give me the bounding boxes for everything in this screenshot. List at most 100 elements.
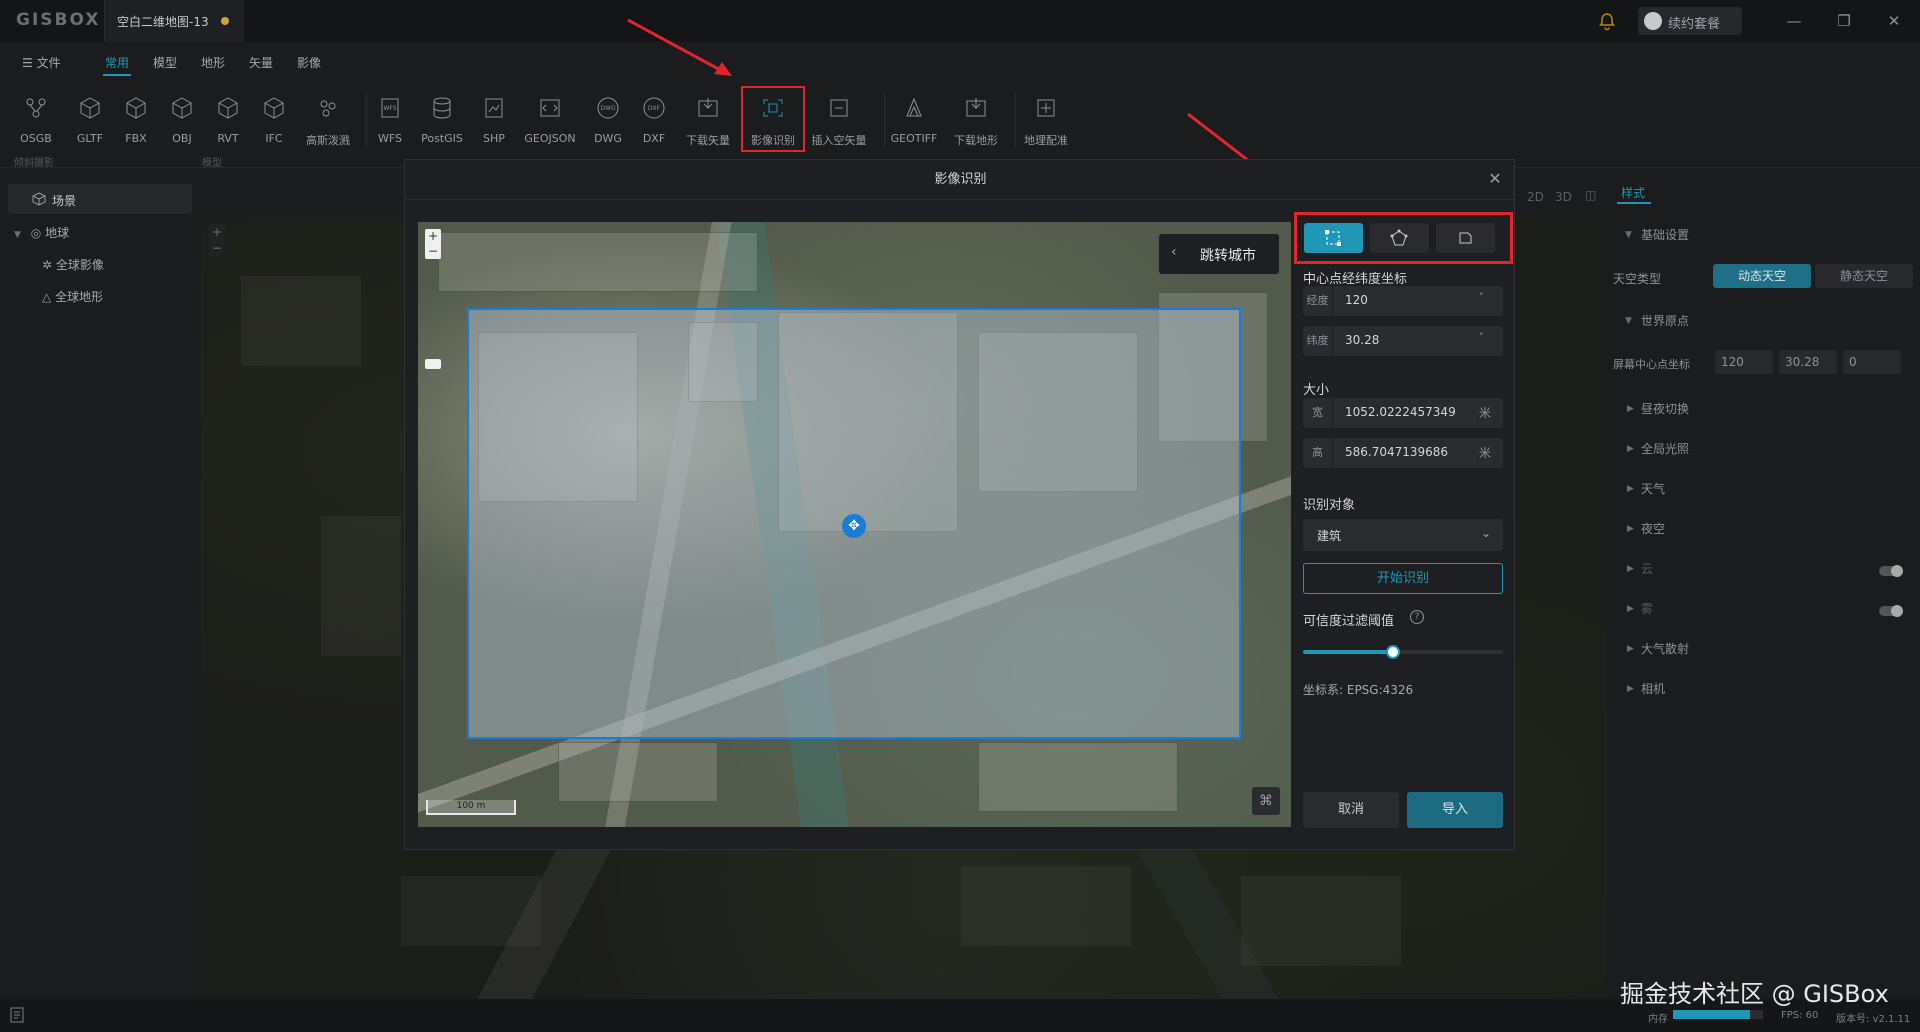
active-tab-indicator xyxy=(103,74,131,76)
latitude-field[interactable]: 纬度 30.28 ° xyxy=(1303,326,1503,356)
menu-tab-imagery[interactable]: 影像 xyxy=(297,54,321,71)
section-night-sky[interactable]: 夜空 xyxy=(1641,520,1665,537)
minimize-button[interactable]: — xyxy=(1782,9,1806,33)
close-window-button[interactable]: ✕ xyxy=(1882,9,1906,33)
tree-item-earth[interactable]: ▼ ◎ 地球 xyxy=(14,224,69,241)
file-menu[interactable]: ☰ 文件 xyxy=(22,54,61,71)
width-unit: 米 xyxy=(1479,406,1492,420)
polygon-icon xyxy=(1390,229,1408,246)
help-icon[interactable]: ? xyxy=(1410,610,1424,624)
rectangle-select-icon xyxy=(1325,230,1341,246)
target-select[interactable]: 建筑 ⌄ xyxy=(1303,519,1503,551)
scene-label: 场景 xyxy=(52,194,77,208)
recognition-map[interactable]: + − ✥ ‹ 跳转城市 100 m ⌘ xyxy=(418,222,1291,827)
section-world-origin[interactable]: 世界原点 xyxy=(1641,312,1689,329)
sky-dynamic-button[interactable]: 动态天空 xyxy=(1713,264,1811,288)
terrain-icon: △ xyxy=(42,290,52,304)
ribbon-geojson-button[interactable]: GEOJSON xyxy=(522,92,578,154)
ribbon-download-vector-button[interactable]: 下载矢量 xyxy=(680,92,736,154)
section-cloud[interactable]: 云 xyxy=(1641,560,1653,577)
confidence-slider[interactable] xyxy=(1303,645,1503,659)
jump-city-button[interactable]: ‹ 跳转城市 xyxy=(1159,234,1279,274)
scale-bar: 100 m xyxy=(426,800,516,815)
bell-icon[interactable] xyxy=(1597,11,1617,31)
log-icon[interactable] xyxy=(10,1007,24,1023)
view-3d-button[interactable]: 3D xyxy=(1555,190,1572,204)
close-icon[interactable]: ✕ xyxy=(1485,169,1505,189)
ribbon-shp-button[interactable]: SHP xyxy=(466,92,522,154)
cube-icon xyxy=(126,97,146,119)
cloud-toggle[interactable] xyxy=(1879,565,1903,577)
dxf-icon: DXF xyxy=(643,97,665,119)
ribbon-georeference-button[interactable]: 地理配准 xyxy=(1018,92,1074,154)
unsaved-indicator xyxy=(221,17,229,25)
width-field[interactable]: 宽 1052.0222457349 米 xyxy=(1303,398,1503,428)
confidence-slider-handle[interactable] xyxy=(1386,645,1400,659)
tree-item-global-terrain[interactable]: △ 全球地形 xyxy=(42,288,103,305)
view-2d-button[interactable]: 2D xyxy=(1527,190,1544,204)
menu-tab-model[interactable]: 模型 xyxy=(153,54,177,71)
chevron-right-icon: ▶ xyxy=(1627,524,1634,534)
start-recognition-button[interactable]: 开始识别 xyxy=(1303,563,1503,594)
menu-tab-common[interactable]: 常用 xyxy=(105,54,129,71)
renew-plan-label: 续约套餐 xyxy=(1668,17,1721,32)
ribbon-download-terrain-label: 下载地形 xyxy=(954,134,998,147)
section-weather[interactable]: 天气 xyxy=(1641,480,1665,497)
renew-plan-button[interactable]: 续约套餐 xyxy=(1638,7,1742,35)
chevron-right-icon: ▶ xyxy=(1627,404,1634,414)
cube-icon xyxy=(80,97,100,119)
section-atmosphere[interactable]: 大气散射 xyxy=(1641,640,1689,657)
scene-panel: 场景 ▼ ◎ 地球 ✲ 全球影像 △ 全球地形 xyxy=(0,168,200,998)
split-view-button[interactable]: ◫ xyxy=(1585,188,1596,202)
screen-center-y-input[interactable]: 30.28 xyxy=(1779,350,1837,374)
app-logo: GISBOX xyxy=(16,10,101,30)
confidence-label: 可信度过滤阈值 xyxy=(1303,614,1395,629)
scene-header[interactable]: 场景 xyxy=(8,184,192,214)
map-tool-button[interactable] xyxy=(425,359,441,369)
insert-vector-icon xyxy=(830,99,848,117)
confidence-slider-fill xyxy=(1303,650,1393,654)
section-camera[interactable]: 相机 xyxy=(1641,680,1665,697)
fog-toggle[interactable] xyxy=(1879,605,1903,617)
watermark: 掘金技术社区 @ GISBox xyxy=(1620,980,1889,1008)
draw-rectangle-button[interactable] xyxy=(1304,223,1363,253)
layers-icon[interactable]: ⌘ xyxy=(1252,787,1280,815)
move-icon[interactable]: ✥ xyxy=(842,514,866,538)
ribbon-insert-empty-vector-button[interactable]: 插入空矢量 xyxy=(811,92,867,154)
draw-polygon-button[interactable] xyxy=(1370,223,1429,253)
degree-icon: ° xyxy=(1479,292,1484,302)
menu-tab-vector[interactable]: 矢量 xyxy=(249,54,273,71)
cube-icon xyxy=(172,97,192,119)
map-zoom-control: + − xyxy=(425,229,441,259)
section-global-illumination[interactable]: 全局光照 xyxy=(1641,440,1689,457)
zoom-in-button[interactable]: + xyxy=(425,229,441,244)
ribbon-geotiff-button[interactable]: GEOTIFF xyxy=(886,92,942,154)
cancel-button[interactable]: 取消 xyxy=(1303,792,1399,828)
import-button[interactable]: 导入 xyxy=(1407,792,1503,828)
section-fog[interactable]: 雾 xyxy=(1641,600,1653,617)
longitude-value: 120 xyxy=(1345,293,1368,307)
highlight-box-image-recognition xyxy=(741,86,805,152)
ribbon-gaussian-splat-button[interactable]: 高斯泼溅 xyxy=(300,92,356,154)
ribbon-download-vector-label: 下载矢量 xyxy=(686,134,730,147)
tree-item-global-imagery[interactable]: ✲ 全球影像 xyxy=(42,256,104,273)
ribbon-download-terrain-button[interactable]: 下载地形 xyxy=(948,92,1004,154)
splat-icon xyxy=(320,100,336,117)
menu-tab-terrain[interactable]: 地形 xyxy=(201,54,225,71)
imagery-icon: ✲ xyxy=(42,258,53,272)
height-field[interactable]: 高 586.7047139686 米 xyxy=(1303,438,1503,468)
screen-center-label: 屏幕中心点坐标 xyxy=(1613,358,1690,371)
section-basic-settings[interactable]: 基础设置 xyxy=(1641,226,1689,243)
tab-style[interactable]: 样式 xyxy=(1621,184,1645,201)
draw-freehand-button[interactable] xyxy=(1436,223,1495,253)
sky-static-button[interactable]: 静态天空 xyxy=(1815,264,1913,288)
georeference-icon xyxy=(1037,99,1055,117)
zoom-out-button[interactable]: − xyxy=(425,244,441,259)
center-coords-label: 中心点经纬度坐标 xyxy=(1303,272,1408,287)
screen-center-x-input[interactable]: 120 xyxy=(1715,350,1773,374)
restore-button[interactable]: ❐ xyxy=(1832,9,1856,33)
longitude-field[interactable]: 经度 120 ° xyxy=(1303,286,1503,316)
section-day-night[interactable]: 昼夜切换 xyxy=(1641,400,1689,417)
screen-center-z-input[interactable]: 0 xyxy=(1843,350,1901,374)
document-tab[interactable]: 空白二维地图-13 xyxy=(104,0,244,42)
